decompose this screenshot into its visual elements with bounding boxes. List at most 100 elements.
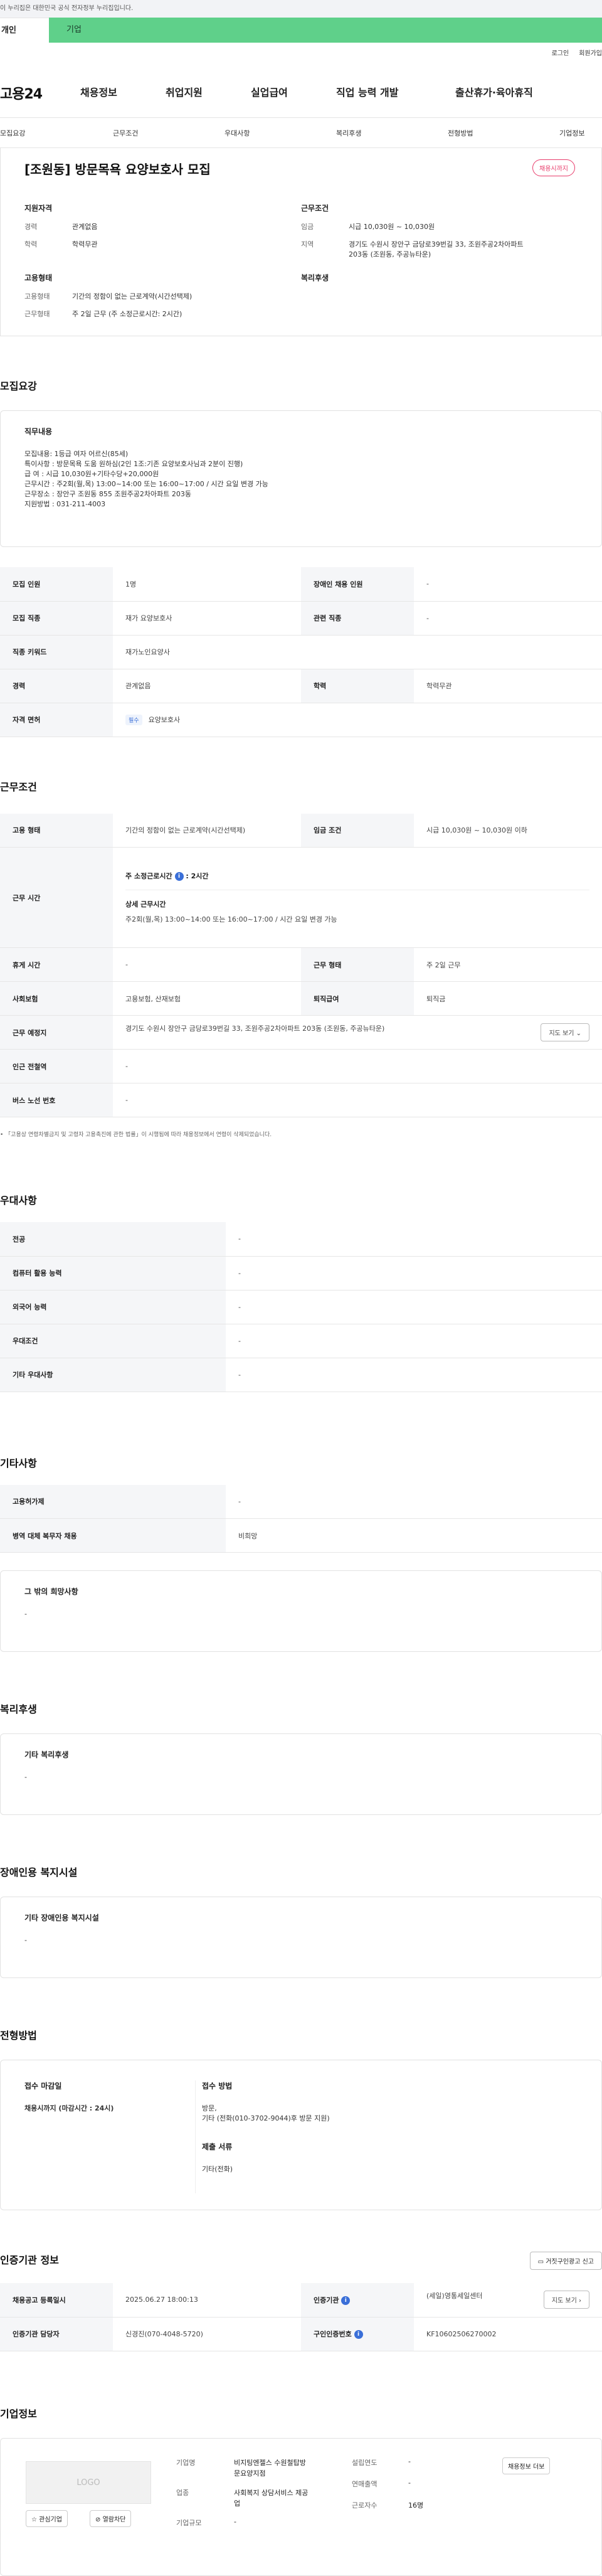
more-jobs-button[interactable]: 채용정보 더보 bbox=[502, 2457, 551, 2474]
selection-box: 접수 마감일 채용시까지 (마감시간 : 24시) 접수 방법 방문, 기타 (… bbox=[0, 2060, 602, 2210]
recruit-table: 모집 인원 1명 장애인 채용 인원 - 모집 직종 재가 요양보호사 관련 직… bbox=[0, 567, 602, 737]
anchor-company[interactable]: 기업정보 bbox=[559, 128, 584, 138]
size-value: - bbox=[234, 2517, 236, 2526]
info-icon[interactable]: i bbox=[354, 2330, 363, 2339]
company-info-col2: 설립연도 - 연매출액 - 근로자수 16명 bbox=[352, 2457, 477, 2510]
revenue-value: - bbox=[408, 2478, 411, 2487]
table-row: 고용허가제 - bbox=[0, 1484, 602, 1519]
map-view-button[interactable]: 지도 보기 ⌄ bbox=[541, 1023, 589, 1041]
preferred-title: 우대사항 bbox=[0, 1195, 37, 1206]
cell-value: - bbox=[113, 1049, 602, 1083]
company-logo-placeholder: LOGO bbox=[26, 2461, 151, 2504]
cell-label: 기타 우대사항 bbox=[0, 1358, 226, 1392]
edu-label: 학력 bbox=[24, 240, 38, 248]
chevron-right-icon: › bbox=[579, 2297, 581, 2305]
cell-label: 고용 형태 bbox=[0, 813, 113, 848]
report-fake-ad-button[interactable]: ▭ 거짓구인광고 신고 bbox=[529, 2252, 602, 2270]
info-icon[interactable]: i bbox=[341, 2296, 351, 2305]
table-row: 모집 직종 재가 요양보호사 관련 직종 - bbox=[0, 601, 602, 636]
anchor-recruit[interactable]: 모집요강 bbox=[0, 128, 25, 138]
edu-value: 학력무관 bbox=[72, 240, 98, 248]
cell-value: 주 2일 근무 bbox=[414, 947, 602, 982]
detail-hours-value: 주2회(월,목) 13:00~14:00 또는 16:00~17:00 / 시간… bbox=[125, 915, 337, 923]
gnb-job-info[interactable]: 채용정보 bbox=[80, 84, 166, 99]
cell-label: 인근 전철역 bbox=[0, 1049, 113, 1083]
cell-label: 사회보험 bbox=[0, 981, 113, 1016]
wage-label: 임금 bbox=[301, 223, 314, 231]
docs-value: 기타(전화) bbox=[202, 2165, 233, 2173]
gov-banner: 이 누리집은 대한민국 공식 전자정부 누리집입니다. bbox=[0, 0, 602, 18]
table-row: 사회보험 고용보험, 산재보험 퇴직급여 퇴직금 bbox=[0, 981, 602, 1016]
cell-value: - bbox=[113, 947, 301, 982]
cell-value: 시급 10,030원 ~ 10,030원 이하 bbox=[414, 813, 602, 848]
agency-map-button[interactable]: 지도 보기 › bbox=[543, 2291, 589, 2309]
agency-title: 인증기관 정보 bbox=[0, 2254, 59, 2266]
other-title: 기타사항 bbox=[0, 1457, 37, 1469]
method-value: 방문, 기타 (전화(010-3702-9044)후 방문 지원) bbox=[202, 2104, 330, 2122]
cond-heading: 근무조건 bbox=[301, 204, 329, 213]
gnb-vocational-training[interactable]: 직업 능력 개발 bbox=[336, 84, 455, 99]
job-summary-box: [조원동] 방문목욕 요양보호사 모집 채용시까지 지원자격 경력 관계없음 학력… bbox=[0, 148, 602, 336]
block-icon: ⊘ bbox=[95, 2516, 103, 2523]
signup-link[interactable]: 회원가입 bbox=[579, 48, 602, 57]
table-row: 기타 우대사항 - bbox=[0, 1358, 602, 1392]
duty-box: 직무내용 모집내용: 1등급 여자 어르신(85세) 특이사항 : 방문목욕 도… bbox=[0, 410, 602, 547]
industry-label: 업종 bbox=[176, 2488, 189, 2497]
cell-label: 버스 노선 번호 bbox=[0, 1083, 113, 1117]
block-view-button[interactable]: ⊘ 열람차단 bbox=[90, 2509, 132, 2527]
table-row: 우대조건 - bbox=[0, 1324, 602, 1358]
cell-value: 경기도 수원시 장안구 금당로39번길 33, 조원주공2차아파트 203동 (… bbox=[113, 1015, 602, 1050]
company-section: 기업정보 LOGO ☆ 관심기업 ⊘ 열람차단 기업명 비지팅엔젤스 수원철탑방문… bbox=[0, 2405, 602, 2576]
favorite-company-button[interactable]: ☆ 관심기업 bbox=[26, 2509, 68, 2527]
anchor-conditions[interactable]: 근무조건 bbox=[113, 128, 138, 138]
cell-label: 장애인 채용 인원 bbox=[301, 567, 414, 602]
duty-text: 모집내용: 1등급 여자 어르신(85세) 특이사항 : 방문목욕 도움 원하심… bbox=[24, 450, 268, 508]
login-link[interactable]: 로그인 bbox=[552, 48, 569, 57]
favorite-label: 관심기업 bbox=[39, 2516, 62, 2523]
company-box: LOGO ☆ 관심기업 ⊘ 열람차단 기업명 비지팅엔젤스 수원철탑방문요양지점 … bbox=[0, 2437, 602, 2576]
cell-value: - bbox=[226, 1256, 602, 1291]
site-logo[interactable]: 고용24 bbox=[0, 83, 43, 103]
license-value: 요양보호사 bbox=[148, 715, 181, 724]
cell-label: 학력 bbox=[301, 669, 414, 703]
recruit-title: 모집요강 bbox=[0, 380, 37, 392]
table-row: 근무 예정지 경기도 수원시 장안구 금당로39번길 33, 조원주공2차아파트… bbox=[0, 1015, 602, 1050]
cell-value: (세일)영통세일센터 지도 보기 › bbox=[414, 2283, 602, 2318]
anchor-selection[interactable]: 전형방법 bbox=[448, 128, 473, 138]
selection-section: 전형방법 접수 마감일 채용시까지 (마감시간 : 24시) 접수 방법 방문,… bbox=[0, 2027, 602, 2210]
agency-label: 인증기관 bbox=[314, 2296, 339, 2304]
deadline-badge: 채용시까지 bbox=[532, 159, 575, 176]
block-label: 열람차단 bbox=[102, 2516, 126, 2523]
other-table: 고용허가제 - 병역 대체 복무자 채용 비희망 bbox=[0, 1484, 602, 1553]
gnb-employment-support[interactable]: 취업지원 bbox=[166, 84, 251, 99]
info-icon[interactable]: i bbox=[174, 872, 184, 881]
cell-label: 근무 형태 bbox=[301, 947, 414, 982]
revenue-label: 연매출액 bbox=[352, 2479, 378, 2488]
preferred-section: 우대사항 전공 - 컴퓨터 활용 능력 - 외국어 능력 - 우대조건 - 기타 우대사… bbox=[0, 1192, 602, 1392]
cell-value: 필수 요양보호사 bbox=[113, 703, 602, 737]
recruit-section: 모집요강 직무내용 모집내용: 1등급 여자 어르신(85세) 특이사항 : 방… bbox=[0, 378, 602, 737]
company-info-col1: 기업명 비지팅엔젤스 수원철탑방문요양지점 업종 사회복지 상담서비스 제공업 기업… bbox=[176, 2457, 320, 2528]
cell-label: 근무 시간 bbox=[0, 847, 113, 948]
util-menu: 로그인 회원가입 bbox=[552, 48, 602, 57]
cell-value: 관계없음 bbox=[113, 669, 301, 703]
anchor-preferred[interactable]: 우대사항 bbox=[224, 128, 250, 138]
table-row: 병역 대체 복무자 채용 비희망 bbox=[0, 1518, 602, 1553]
table-row: 자격 면허 필수 요양보호사 bbox=[0, 703, 602, 737]
disability-box-heading: 기타 장애인용 복지시설 bbox=[24, 1913, 99, 1922]
gnb-unemployment-benefit[interactable]: 실업급여 bbox=[251, 84, 336, 99]
region-value: 경기도 수원시 장안구 금당로39번길 33, 조원주공2차아파트 203동 (… bbox=[349, 240, 524, 258]
emptype-label: 고용형태 bbox=[24, 292, 50, 301]
cell-label: 구인인증번호 i bbox=[301, 2317, 414, 2351]
cell-value: - bbox=[226, 1222, 602, 1257]
cell-value: 기간의 정함이 없는 근로계약(시간선택제) bbox=[113, 813, 301, 848]
gnb-parental-leave[interactable]: 출산휴가·육아휴직 bbox=[455, 84, 556, 99]
welfare-heading: 복리후생 bbox=[301, 274, 329, 282]
cell-value: - bbox=[414, 601, 602, 636]
anchor-welfare[interactable]: 복리후생 bbox=[336, 128, 361, 138]
cell-label: 모집 직종 bbox=[0, 601, 113, 636]
table-row: 인증기관 담당자 신경진(070-4048-5720) 구인인증번호 i KF1… bbox=[0, 2317, 602, 2351]
cell-label: 관련 직종 bbox=[301, 601, 414, 636]
tab-corporate[interactable]: 기업 bbox=[49, 18, 82, 43]
tab-individual[interactable]: 개인 bbox=[0, 18, 49, 43]
